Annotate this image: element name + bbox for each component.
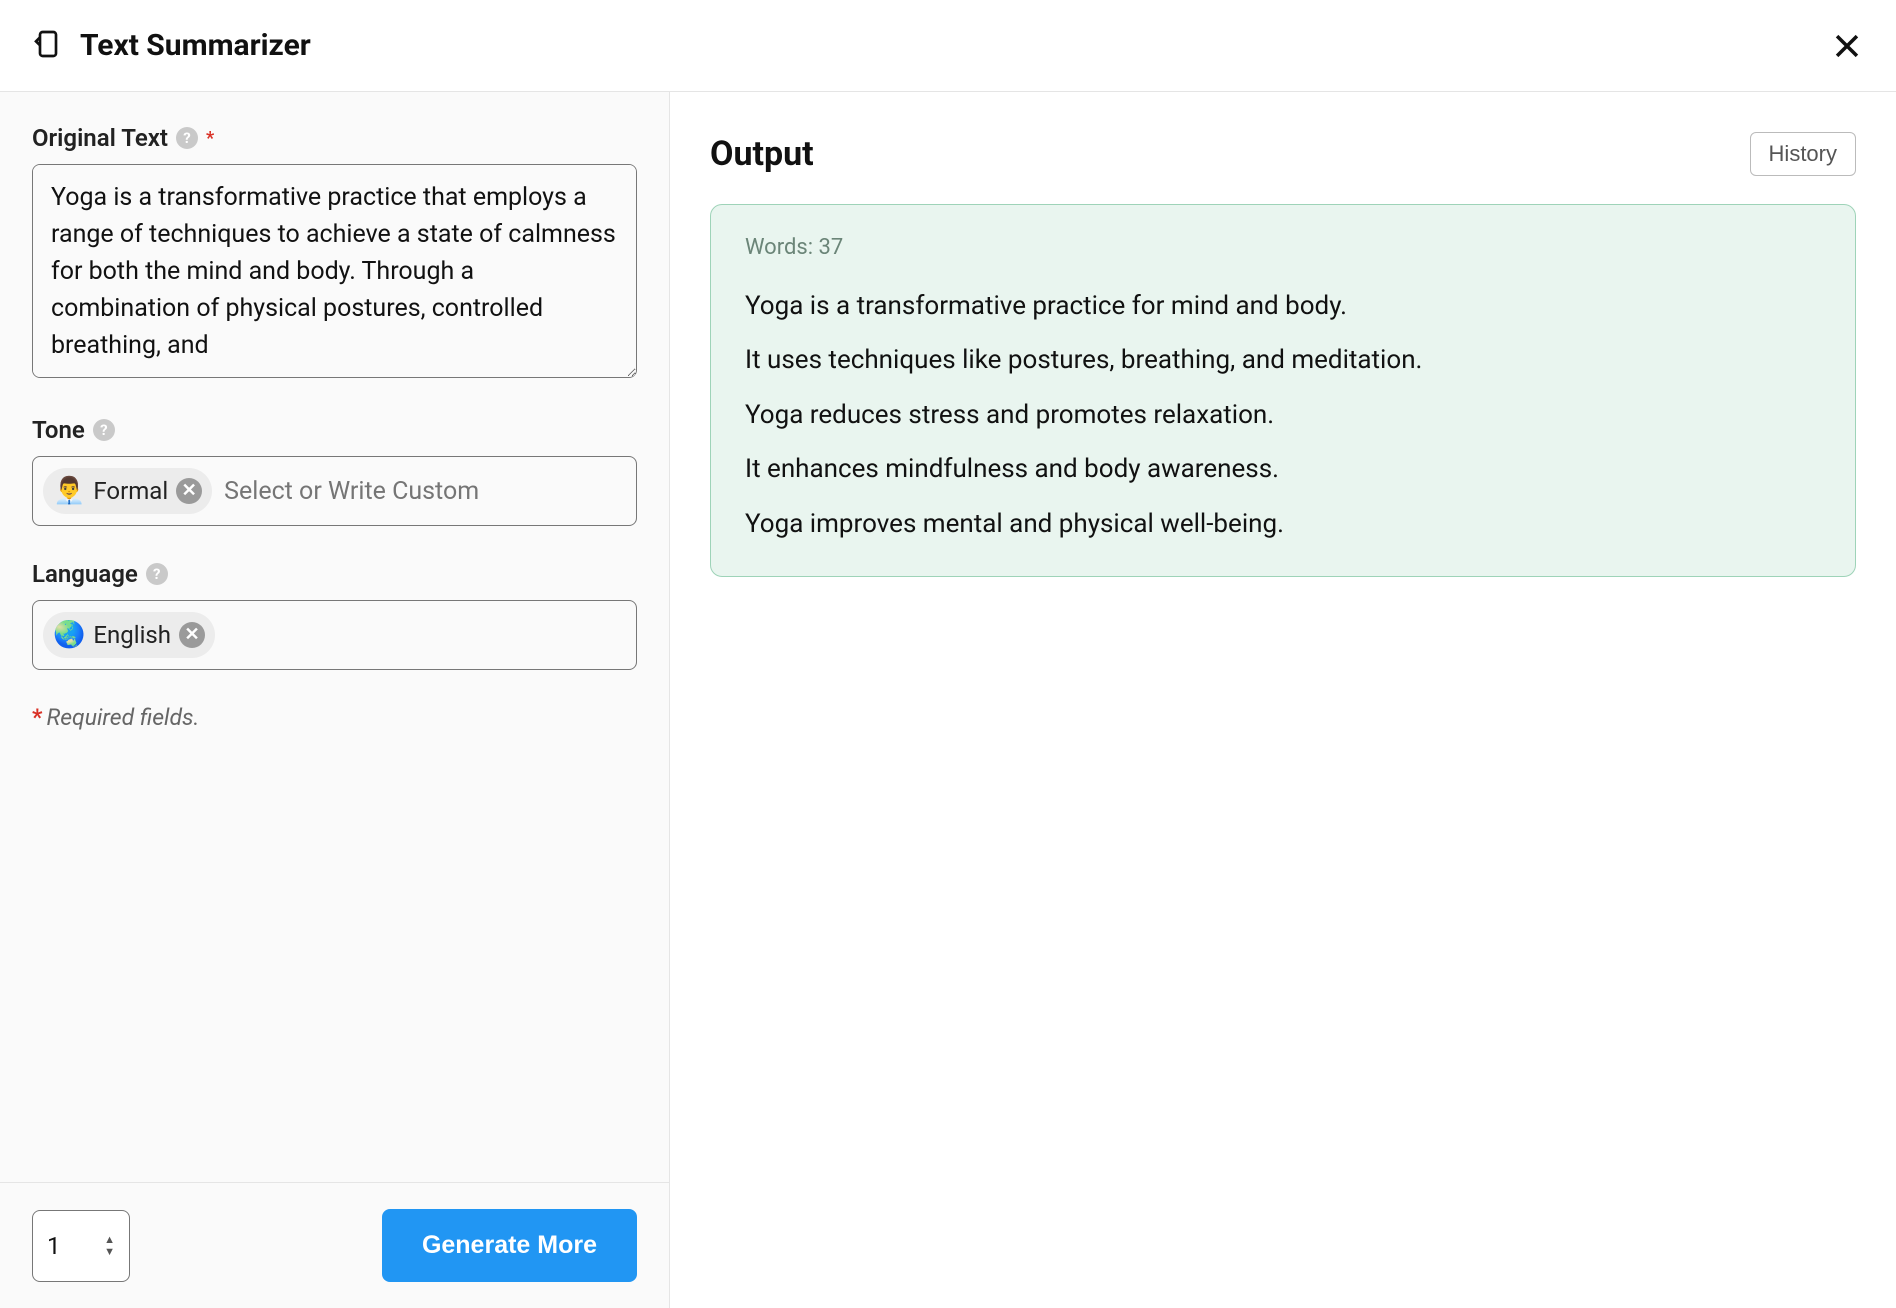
original-text-label-row: Original Text ? * — [32, 124, 637, 152]
required-note: *Required fields. — [32, 704, 637, 731]
tone-custom-input[interactable] — [224, 477, 626, 506]
header-left: Text Summarizer — [32, 28, 311, 64]
output-card: Words: 37 Yoga is a transformative pract… — [710, 204, 1856, 577]
chevron-down-icon[interactable]: ▼ — [104, 1246, 115, 1257]
form-area: Original Text ? * Tone ? 👨‍💼 Formal ✕ — [0, 92, 669, 1182]
app-header: Text Summarizer — [0, 0, 1896, 92]
history-button[interactable]: History — [1750, 132, 1856, 176]
language-label: Language — [32, 560, 138, 588]
output-line: Yoga is a transformative practice for mi… — [745, 288, 1821, 324]
generate-more-button[interactable]: Generate More — [382, 1209, 637, 1282]
output-title: Output — [710, 134, 814, 174]
count-stepper[interactable]: 1 ▲ ▼ — [32, 1210, 130, 1282]
original-text-field: Original Text ? * — [32, 124, 637, 382]
language-chip-label: English — [93, 621, 171, 649]
tone-chip-label: Formal — [93, 477, 168, 505]
stepper-arrows: ▲ ▼ — [104, 1234, 115, 1257]
output-header: Output History — [710, 132, 1856, 176]
tone-field: Tone ? 👨‍💼 Formal ✕ — [32, 416, 637, 526]
tone-label: Tone — [32, 416, 85, 444]
remove-tone-chip-icon[interactable]: ✕ — [176, 478, 202, 504]
chevron-up-icon[interactable]: ▲ — [104, 1234, 115, 1245]
remove-language-chip-icon[interactable]: ✕ — [179, 622, 205, 648]
help-icon[interactable]: ? — [93, 419, 115, 441]
word-count: Words: 37 — [745, 235, 1821, 260]
required-note-text: Required fields. — [46, 704, 199, 731]
output-line: Yoga reduces stress and promotes relaxat… — [745, 397, 1821, 433]
app-title: Text Summarizer — [80, 28, 311, 63]
language-field: Language ? 🌏 English ✕ — [32, 560, 637, 670]
person-suit-icon: 👨‍💼 — [53, 476, 85, 506]
language-chip-english: 🌏 English ✕ — [43, 612, 215, 658]
required-star-icon: * — [32, 704, 42, 731]
output-line: Yoga improves mental and physical well-b… — [745, 506, 1821, 542]
output-line: It uses techniques like postures, breath… — [745, 342, 1821, 378]
output-line: It enhances mindfulness and body awarene… — [745, 451, 1821, 487]
left-panel: Original Text ? * Tone ? 👨‍💼 Formal ✕ — [0, 92, 670, 1308]
tone-chip-formal: 👨‍💼 Formal ✕ — [43, 468, 212, 514]
help-icon[interactable]: ? — [176, 127, 198, 149]
output-lines: Yoga is a transformative practice for mi… — [745, 288, 1821, 542]
count-value: 1 — [47, 1232, 61, 1260]
globe-icon: 🌏 — [53, 620, 85, 650]
original-text-label: Original Text — [32, 124, 168, 152]
help-icon[interactable]: ? — [146, 563, 168, 585]
required-star-icon: * — [206, 128, 214, 149]
close-icon[interactable] — [1830, 29, 1864, 63]
right-panel: Output History Words: 37 Yoga is a trans… — [670, 92, 1896, 1308]
language-label-row: Language ? — [32, 560, 637, 588]
left-footer: 1 ▲ ▼ Generate More — [0, 1182, 669, 1308]
main-content: Original Text ? * Tone ? 👨‍💼 Formal ✕ — [0, 92, 1896, 1308]
original-text-input[interactable] — [32, 164, 637, 378]
app-icon — [32, 28, 64, 64]
tone-input[interactable]: 👨‍💼 Formal ✕ — [32, 456, 637, 526]
tone-label-row: Tone ? — [32, 416, 637, 444]
language-input[interactable]: 🌏 English ✕ — [32, 600, 637, 670]
